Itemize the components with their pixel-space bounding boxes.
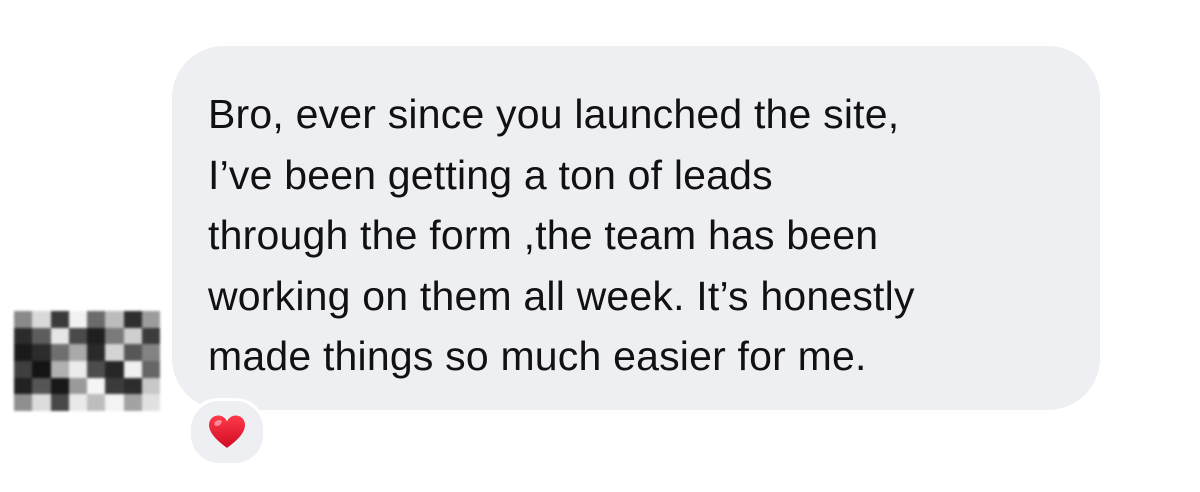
- avatar-pixel: [123, 311, 142, 328]
- reaction-badge[interactable]: [188, 398, 266, 466]
- avatar-pixel: [32, 327, 51, 345]
- avatar-pixel: [32, 311, 51, 328]
- avatar-pixel: [105, 360, 124, 378]
- avatar-pixel: [14, 327, 33, 345]
- avatar-pixel: [32, 360, 51, 378]
- avatar-pixel: [87, 327, 106, 345]
- avatar-pixel: [141, 311, 160, 328]
- avatar-pixel: [50, 311, 69, 328]
- avatar-pixel: [68, 360, 87, 378]
- message-text: Bro, ever since you launched the site, I…: [208, 91, 915, 379]
- avatar-pixel: [68, 327, 87, 345]
- avatar-pixel: [50, 327, 69, 345]
- avatar-pixel: [68, 344, 87, 361]
- avatar-pixel: [68, 311, 87, 328]
- avatar-pixel: [50, 360, 69, 378]
- avatar-pixel: [14, 394, 33, 411]
- avatar-pixel: [14, 311, 33, 328]
- avatar-pixel: [87, 311, 106, 328]
- avatar-pixel: [105, 377, 124, 395]
- avatar[interactable]: [14, 311, 160, 411]
- avatar-pixel: [14, 377, 33, 395]
- avatar-pixel: [14, 344, 33, 361]
- avatar-pixel: [87, 394, 106, 411]
- avatar-pixel: [50, 377, 69, 395]
- avatar-pixel: [32, 394, 51, 411]
- avatar-pixel: [105, 344, 124, 361]
- avatar-pixel: [87, 344, 106, 361]
- avatar-pixel: [68, 394, 87, 411]
- avatar-pixel: [123, 360, 142, 378]
- avatar-pixel: [141, 327, 160, 345]
- avatar-pixel: [141, 394, 160, 411]
- avatar-pixel: [50, 344, 69, 361]
- avatar-pixel: [123, 327, 142, 345]
- avatar-pixel: [141, 360, 160, 378]
- avatar-pixel: [105, 327, 124, 345]
- avatar-pixel: [50, 394, 69, 411]
- avatar-pixel: [32, 377, 51, 395]
- avatar-pixel: [87, 377, 106, 395]
- avatar-pixel: [14, 360, 33, 378]
- avatar-pixel: [87, 360, 106, 378]
- avatar-pixel: [123, 377, 142, 395]
- avatar-pixel: [123, 394, 142, 411]
- message-bubble[interactable]: Bro, ever since you launched the site, I…: [172, 46, 1100, 410]
- avatar-pixel: [141, 377, 160, 395]
- message-thread: Bro, ever since you launched the site, I…: [0, 0, 1200, 492]
- red-heart-icon: [209, 415, 245, 448]
- avatar-pixel: [141, 344, 160, 361]
- avatar-pixel: [68, 377, 87, 395]
- avatar-pixel: [105, 394, 124, 411]
- avatar-pixel: [32, 344, 51, 361]
- avatar-pixel: [123, 344, 142, 361]
- avatar-pixel: [105, 311, 124, 328]
